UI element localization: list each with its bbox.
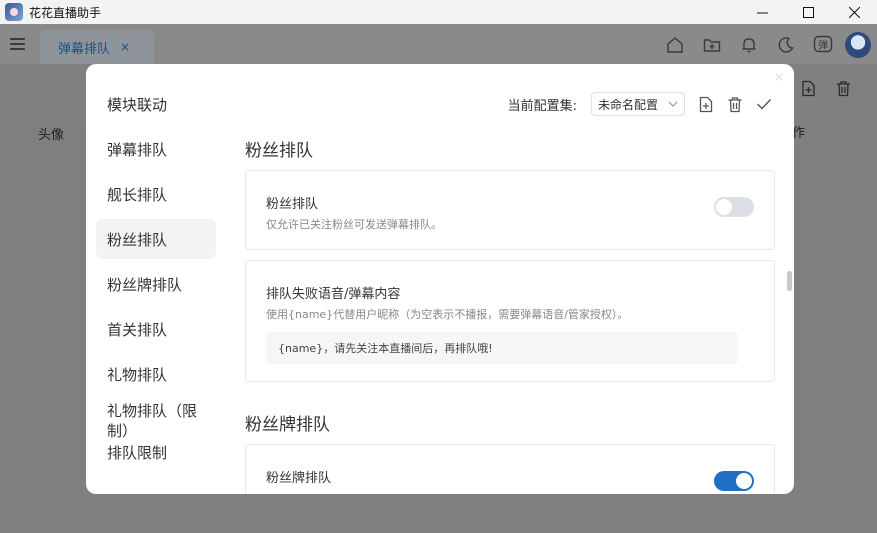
close-icon xyxy=(848,6,860,18)
sidebar-item-gift-queue[interactable]: 礼物排队 xyxy=(96,354,216,394)
file-add-icon xyxy=(699,96,712,112)
section-title-fan-queue: 粉丝排队 xyxy=(245,141,313,161)
content-scrollbar[interactable] xyxy=(787,271,792,291)
trash-icon xyxy=(728,96,741,112)
new-config-button[interactable] xyxy=(697,96,714,113)
folder-add-icon[interactable] xyxy=(693,30,730,60)
queue-fail-message-input[interactable]: {name}，请先关注本直播间后，再排队哦! xyxy=(266,332,738,364)
config-set-label: 当前配置集: xyxy=(507,98,577,114)
sidebar-item-danmaku-queue[interactable]: 弹幕排队 xyxy=(96,129,216,169)
config-set-select[interactable]: 未命名配置 xyxy=(591,92,685,116)
moon-icon[interactable] xyxy=(767,30,804,60)
close-window-button[interactable] xyxy=(831,0,877,24)
home-icon[interactable] xyxy=(656,30,693,60)
minimize-icon xyxy=(756,12,768,13)
sidebar-item-fan-queue[interactable]: 粉丝排队 xyxy=(96,219,216,259)
minimize-button[interactable] xyxy=(739,0,785,24)
sidebar-item-gift-queue-limited[interactable]: 礼物排队（限制） xyxy=(96,399,216,443)
avatar[interactable] xyxy=(845,32,871,58)
section-title-fan-badge-queue: 粉丝牌排队 xyxy=(245,415,330,435)
maximize-button[interactable] xyxy=(785,0,831,24)
chevron-down-icon xyxy=(668,101,678,107)
window-title: 花花直播助手 xyxy=(29,5,102,20)
fan-queue-desc: 仅允许已关注粉丝可发送弹幕排队。 xyxy=(266,218,442,231)
sidebar-item-fan-badge-queue[interactable]: 粉丝牌排队 xyxy=(96,264,216,304)
delete-config-button[interactable] xyxy=(726,96,743,113)
settings-modal: × 模块联动 弹幕排队 舰长排队 粉丝排队 粉丝牌排队 首关排队 礼物排队 礼物… xyxy=(86,64,794,494)
sidebar-item-captain-queue[interactable]: 舰长排队 xyxy=(96,174,216,214)
check-icon xyxy=(756,99,771,110)
fan-badge-queue-card: 粉丝牌排队 xyxy=(245,444,775,494)
fan-badge-queue-toggle[interactable] xyxy=(714,471,754,491)
queue-fail-message-card: 排队失败语音/弹幕内容 使用{name}代替用户昵称（为空表示不播报，需要弹幕语… xyxy=(245,260,775,382)
tab-close-icon[interactable]: × xyxy=(120,40,130,54)
window-titlebar: 花花直播助手 xyxy=(0,0,877,24)
settings-sidebar: 模块联动 弹幕排队 舰长排队 粉丝排队 粉丝牌排队 首关排队 礼物排队 礼物排队… xyxy=(96,84,216,470)
tab-danmaku-queue[interactable]: 弹幕排队 × xyxy=(40,30,154,64)
bell-icon[interactable] xyxy=(730,30,767,60)
config-set-value: 未命名配置 xyxy=(598,97,659,112)
settings-content: 粉丝排队 粉丝排队 仅允许已关注粉丝可发送弹幕排队。 排队失败语音/弹幕内容 使… xyxy=(245,136,775,494)
save-config-button[interactable] xyxy=(755,96,772,113)
app-topbar: 弹幕排队 × 弹 xyxy=(0,24,877,64)
danmaku-icon[interactable]: 弹 xyxy=(804,30,841,60)
config-header: 当前配置集: 未命名配置 xyxy=(508,92,772,116)
danmaku-icon-text: 弹 xyxy=(818,39,828,52)
app-logo-icon xyxy=(5,3,23,21)
sidebar-item-first-follow-queue[interactable]: 首关排队 xyxy=(96,309,216,349)
topbar-icons: 弹 xyxy=(656,30,877,60)
fan-queue-card: 粉丝排队 仅允许已关注粉丝可发送弹幕排队。 xyxy=(245,170,775,250)
queue-fail-message-title: 排队失败语音/弹幕内容 xyxy=(266,287,401,302)
window-controls xyxy=(739,0,877,24)
fan-queue-title: 粉丝排队 xyxy=(266,197,319,212)
maximize-icon xyxy=(802,6,814,18)
file-add-icon xyxy=(802,80,815,97)
trash-icon xyxy=(837,81,850,97)
fan-queue-toggle[interactable] xyxy=(714,197,754,217)
queue-fail-message-desc: 使用{name}代替用户昵称（为空表示不播报，需要弹幕语音/管家授权）。 xyxy=(266,308,629,321)
modal-close-icon[interactable]: × xyxy=(774,70,784,84)
background-column-header-avatar: 头像 xyxy=(38,128,65,143)
background-toolbar-icons xyxy=(800,80,852,97)
tab-label: 弹幕排队 xyxy=(58,41,111,57)
sidebar-item-module-link[interactable]: 模块联动 xyxy=(96,84,216,124)
fan-badge-queue-title: 粉丝牌排队 xyxy=(266,471,332,486)
sidebar-item-queue-limit[interactable]: 排队限制 xyxy=(96,439,216,465)
menu-icon[interactable] xyxy=(10,38,25,50)
